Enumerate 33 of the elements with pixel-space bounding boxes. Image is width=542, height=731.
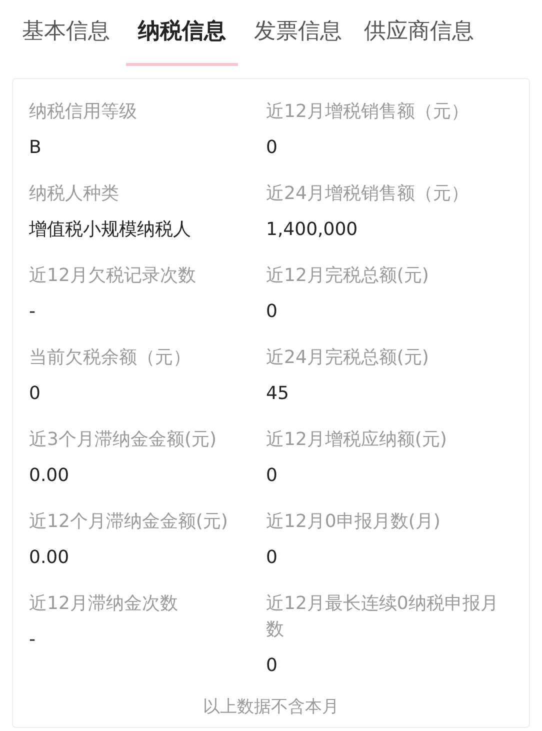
- field-label: 近12个月滞纳金金额(元): [29, 510, 229, 534]
- tab[interactable]: 供应商信息: [358, 0, 480, 66]
- field-value: 0.00: [29, 464, 70, 488]
- field-value: 45: [266, 382, 290, 406]
- field-label: 近12月最长连续0纳税申报月数: [266, 592, 500, 642]
- field-value: 0: [266, 136, 278, 160]
- field-value: 1,400,000: [266, 218, 359, 242]
- field-label: 近12月欠税记录次数: [29, 264, 197, 288]
- tab[interactable]: 发票信息: [248, 0, 348, 66]
- field-label: 近24月完税总额(元): [266, 346, 430, 370]
- field-label: 近12月增税销售额（元）: [266, 100, 470, 124]
- footnote: 以上数据不含本月: [203, 696, 339, 719]
- field-label: 近12月增税应纳额(元): [266, 428, 448, 452]
- field-value: 增值税小规模纳税人: [29, 218, 192, 242]
- field-value: 0: [266, 654, 278, 678]
- field-label: 近12月完税总额(元): [266, 264, 430, 288]
- field-label: 近24月增税销售额（元）: [266, 182, 470, 206]
- field-label: 纳税信用等级: [29, 100, 138, 124]
- field-label: 近3个月滞纳金金额(元): [29, 428, 218, 452]
- field-value: -: [29, 300, 36, 324]
- field-value: -: [29, 628, 36, 652]
- tab[interactable]: 基本信息: [16, 0, 116, 66]
- field-label: 纳税人种类: [29, 182, 120, 206]
- field-label: 当前欠税余额（元）: [29, 346, 192, 370]
- field-value: 0: [29, 382, 42, 406]
- field-label: 近12月滞纳金次数: [29, 592, 179, 616]
- field-value: 0: [266, 464, 278, 488]
- field-label: 近12月0申报月数(月): [266, 510, 442, 534]
- tab[interactable]: 纳税信息: [126, 0, 238, 66]
- field-value: 0: [266, 300, 278, 324]
- field-value: B: [29, 136, 42, 160]
- field-value: 0.00: [29, 546, 70, 570]
- field-value: 0: [266, 546, 278, 570]
